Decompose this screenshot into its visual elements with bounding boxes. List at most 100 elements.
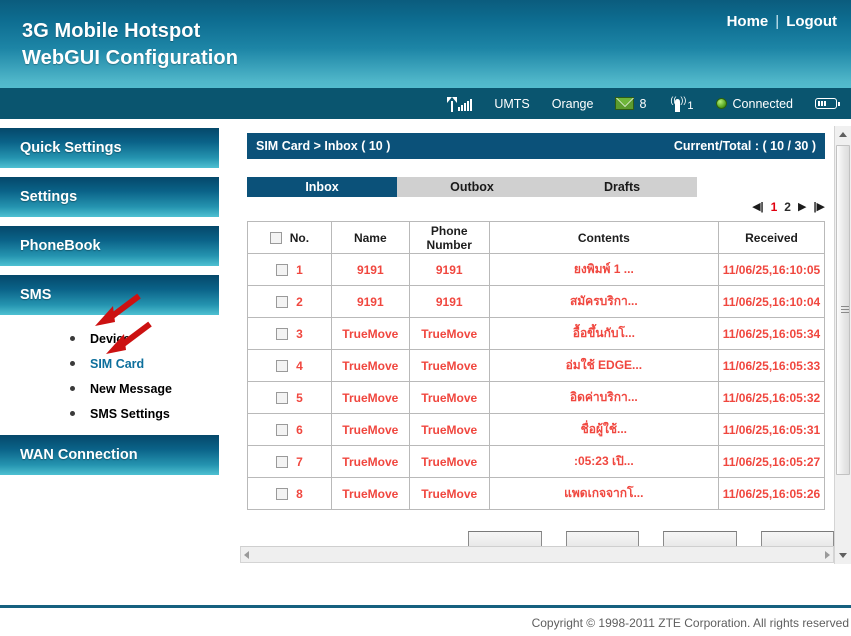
cell-received: 11/06/25,16:05:26	[717, 477, 826, 510]
table-row[interactable]: 8 TrueMove TrueMove แพดเกจจากโ... 11/06/…	[247, 477, 826, 510]
cell-contents[interactable]: ชื่อผู้ใช้...	[488, 413, 719, 446]
scroll-grip-icon	[841, 306, 849, 313]
row-checkbox[interactable]	[276, 391, 289, 404]
cell-phone: TrueMove	[408, 317, 490, 350]
next-page-icon[interactable]: ▶	[798, 201, 806, 213]
row-checkbox[interactable]	[276, 423, 289, 436]
sidebar-item-wan-connection[interactable]: WAN Connection	[0, 435, 219, 475]
message-count: 8	[639, 96, 647, 111]
row-number: 1	[296, 262, 303, 277]
row-number: 4	[296, 358, 303, 373]
row-checkbox[interactable]	[276, 327, 289, 340]
pagination: ◀| 1 2 ▶ |▶	[752, 200, 825, 214]
connection-status: Connected	[715, 97, 793, 111]
scroll-left-icon[interactable]	[244, 550, 249, 559]
tab-inbox[interactable]: Inbox	[247, 177, 397, 197]
horizontal-scrollbar[interactable]	[240, 546, 834, 563]
submenu-item-sms-settings[interactable]: SMS Settings	[40, 401, 232, 426]
cell-received: 11/06/25,16:05:33	[717, 349, 826, 382]
message-indicator: 8	[615, 97, 646, 111]
cell-contents[interactable]: สมัครบริกา...	[488, 285, 719, 318]
row-checkbox[interactable]	[276, 359, 289, 372]
cell-contents[interactable]: แพดเกจจากโ...	[488, 477, 719, 510]
row-number: 7	[296, 454, 303, 469]
cell-name: 9191	[330, 285, 410, 318]
wifi-client-count: 1	[687, 100, 694, 112]
cell-no: 2	[247, 285, 332, 318]
row-checkbox[interactable]	[276, 455, 289, 468]
last-page-icon[interactable]: |▶	[813, 201, 825, 213]
first-page-icon[interactable]: ◀|	[752, 201, 764, 213]
sidebar-label-quick-settings: Quick Settings	[20, 140, 122, 156]
scroll-right-icon[interactable]	[825, 550, 830, 559]
table-row[interactable]: 6 TrueMove TrueMove ชื่อผู้ใช้... 11/06/…	[247, 413, 826, 446]
cell-no: 5	[247, 381, 332, 414]
submenu-item-sim-card[interactable]: SIM Card	[40, 351, 232, 376]
content-scroll-area: SIM Card > Inbox ( 10 ) Current/Total : …	[240, 126, 834, 564]
sidebar-item-sms[interactable]: SMS	[0, 275, 219, 315]
signal-bars-icon	[447, 96, 473, 112]
mailbox-tabs: Inbox Outbox Drafts	[247, 177, 697, 197]
cell-contents[interactable]: :05:23 เปิ...	[488, 445, 719, 478]
nav-separator: |	[775, 13, 780, 30]
cell-contents[interactable]: อิดค่าบริกา...	[488, 381, 719, 414]
cell-no: 4	[247, 349, 332, 382]
row-checkbox[interactable]	[276, 295, 289, 308]
cell-phone: TrueMove	[408, 445, 490, 478]
sidebar-label-wan-connection: WAN Connection	[20, 447, 138, 463]
column-header-no-label: No.	[289, 230, 310, 245]
sidebar-item-settings[interactable]: Settings	[0, 177, 219, 217]
table-row[interactable]: 7 TrueMove TrueMove :05:23 เปิ... 11/06/…	[247, 445, 826, 478]
row-checkbox[interactable]	[276, 487, 289, 500]
bullet-icon	[70, 386, 75, 391]
submenu-item-new-message[interactable]: New Message	[40, 376, 232, 401]
tab-outbox[interactable]: Outbox	[397, 177, 547, 197]
page-number-2[interactable]: 2	[784, 200, 791, 214]
table-row[interactable]: 3 TrueMove TrueMove อื้อขึ้นกับโ... 11/0…	[247, 317, 826, 350]
cell-received: 11/06/25,16:10:05	[717, 253, 826, 286]
table-row[interactable]: 2 9191 9191 สมัครบริกา... 11/06/25,16:10…	[247, 285, 826, 318]
row-checkbox[interactable]	[276, 263, 289, 276]
brand-line-2: WebGUI Configuration	[22, 47, 239, 69]
vertical-scroll-thumb[interactable]	[836, 145, 850, 475]
cell-contents[interactable]: ยงพิมพ์ 1 ...	[488, 253, 719, 286]
cell-contents[interactable]: อื้อขึ้นกับโ...	[488, 317, 719, 350]
table-row[interactable]: 5 TrueMove TrueMove อิดค่าบริกา... 11/06…	[247, 381, 826, 414]
sidebar-label-sms: SMS	[20, 287, 52, 303]
cell-phone: TrueMove	[408, 413, 490, 446]
cell-received: 11/06/25,16:05:32	[717, 381, 826, 414]
sms-submenu: Device SIM Card New Message SMS Settings	[0, 326, 232, 426]
webgui-page: 3G Mobile Hotspot WebGUI Configuration H…	[0, 0, 851, 636]
table-row[interactable]: 4 TrueMove TrueMove อ่มใช้ EDGE... 11/06…	[247, 349, 826, 382]
home-link[interactable]: Home	[727, 13, 769, 30]
tab-drafts[interactable]: Drafts	[547, 177, 697, 197]
cell-phone: 9191	[408, 253, 490, 286]
submenu-label-device: Device	[90, 331, 131, 346]
wifi-antenna-icon: (())	[668, 95, 686, 112]
column-header-phone-number: Phone Number	[408, 221, 490, 254]
scroll-down-button[interactable]	[835, 547, 851, 564]
submenu-item-device[interactable]: Device	[40, 326, 232, 351]
select-all-checkbox[interactable]	[269, 231, 282, 244]
chevron-down-icon	[839, 553, 847, 558]
breadcrumb-bar: SIM Card > Inbox ( 10 ) Current/Total : …	[247, 133, 825, 159]
page-number-1[interactable]: 1	[771, 200, 778, 214]
wifi-clients-indicator: (()) 1	[668, 95, 694, 112]
cell-contents[interactable]: อ่มใช้ EDGE...	[488, 349, 719, 382]
cell-phone: 9191	[408, 285, 490, 318]
cell-received: 11/06/25,16:05:27	[717, 445, 826, 478]
table-row[interactable]: 1 9191 9191 ยงพิมพ์ 1 ... 11/06/25,16:10…	[247, 253, 826, 286]
bullet-icon	[70, 336, 75, 341]
cell-no: 1	[247, 253, 332, 286]
cell-name: TrueMove	[330, 413, 410, 446]
brand-line-1: 3G Mobile Hotspot	[22, 20, 201, 42]
sidebar-item-quick-settings[interactable]: Quick Settings	[0, 128, 219, 168]
vertical-scrollbar[interactable]	[834, 126, 851, 564]
cell-name: TrueMove	[330, 381, 410, 414]
row-number: 8	[296, 486, 303, 501]
sidebar-item-phonebook[interactable]: PhoneBook	[0, 226, 219, 266]
logout-link[interactable]: Logout	[786, 13, 837, 30]
column-header-name: Name	[330, 221, 410, 254]
row-number: 2	[296, 294, 303, 309]
scroll-up-button[interactable]	[835, 126, 851, 143]
